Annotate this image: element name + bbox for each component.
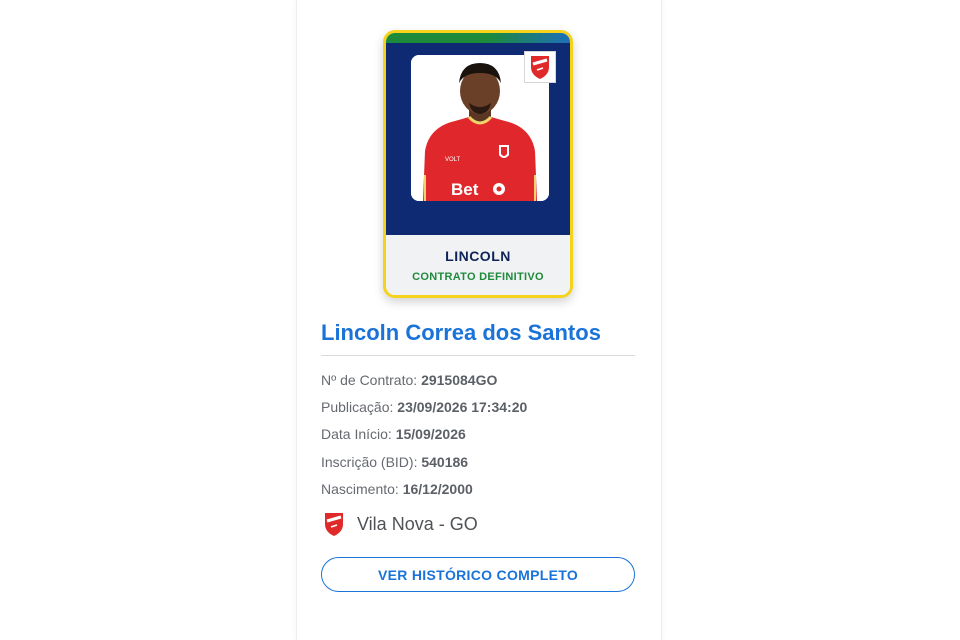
contract-type: CONTRATO DEFINITIVO xyxy=(412,271,544,283)
detail-value: 2915084GO xyxy=(421,372,498,388)
detail-label: Nascimento: xyxy=(321,481,399,497)
detail-bid-registration: Inscrição (BID): 540186 xyxy=(321,454,468,470)
detail-label: Nº de Contrato: xyxy=(321,372,418,388)
card-stripe xyxy=(386,33,570,43)
detail-value: 15/09/2026 xyxy=(395,426,466,442)
jersey-sponsor-text: Bet xyxy=(451,180,479,199)
detail-value: 23/09/2026 17:34:20 xyxy=(397,399,528,415)
detail-label: Publicação: xyxy=(321,399,394,415)
detail-start-date: Data Início: 15/09/2026 xyxy=(321,426,466,442)
club-crest-icon xyxy=(531,56,549,79)
club-name: Vila Nova - GO xyxy=(357,513,478,534)
view-full-history-button[interactable]: VER HISTÓRICO COMPLETO xyxy=(321,557,635,592)
club-crest-icon xyxy=(325,513,343,536)
detail-publication: Publicação: 23/09/2026 17:34:20 xyxy=(321,399,527,415)
detail-value: 16/12/2000 xyxy=(402,481,473,497)
card-footer: LINCOLN CONTRATO DEFINITIVO xyxy=(386,235,570,295)
detail-birth-date: Nascimento: 16/12/2000 xyxy=(321,481,473,497)
card-header: VOLT Bet xyxy=(386,43,570,235)
detail-label: Data Início: xyxy=(321,426,392,442)
divider xyxy=(321,355,635,356)
player-nickname: LINCOLN xyxy=(445,248,511,264)
jersey-maker-text: VOLT xyxy=(445,157,461,163)
player-card: VOLT Bet LINCOLN CONTRATO DEFINITIVO xyxy=(383,30,573,298)
detail-contract-number: Nº de Contrato: 2915084GO xyxy=(321,372,497,388)
player-panel: VOLT Bet LINCOLN CONTRATO DEFINITIVO Lin… xyxy=(296,0,662,640)
player-full-name: Lincoln Correa dos Santos xyxy=(321,320,601,345)
club-row: Vila Nova - GO xyxy=(323,511,478,537)
detail-label: Inscrição (BID): xyxy=(321,454,418,470)
detail-value: 540186 xyxy=(421,454,469,470)
club-badge xyxy=(524,51,556,83)
